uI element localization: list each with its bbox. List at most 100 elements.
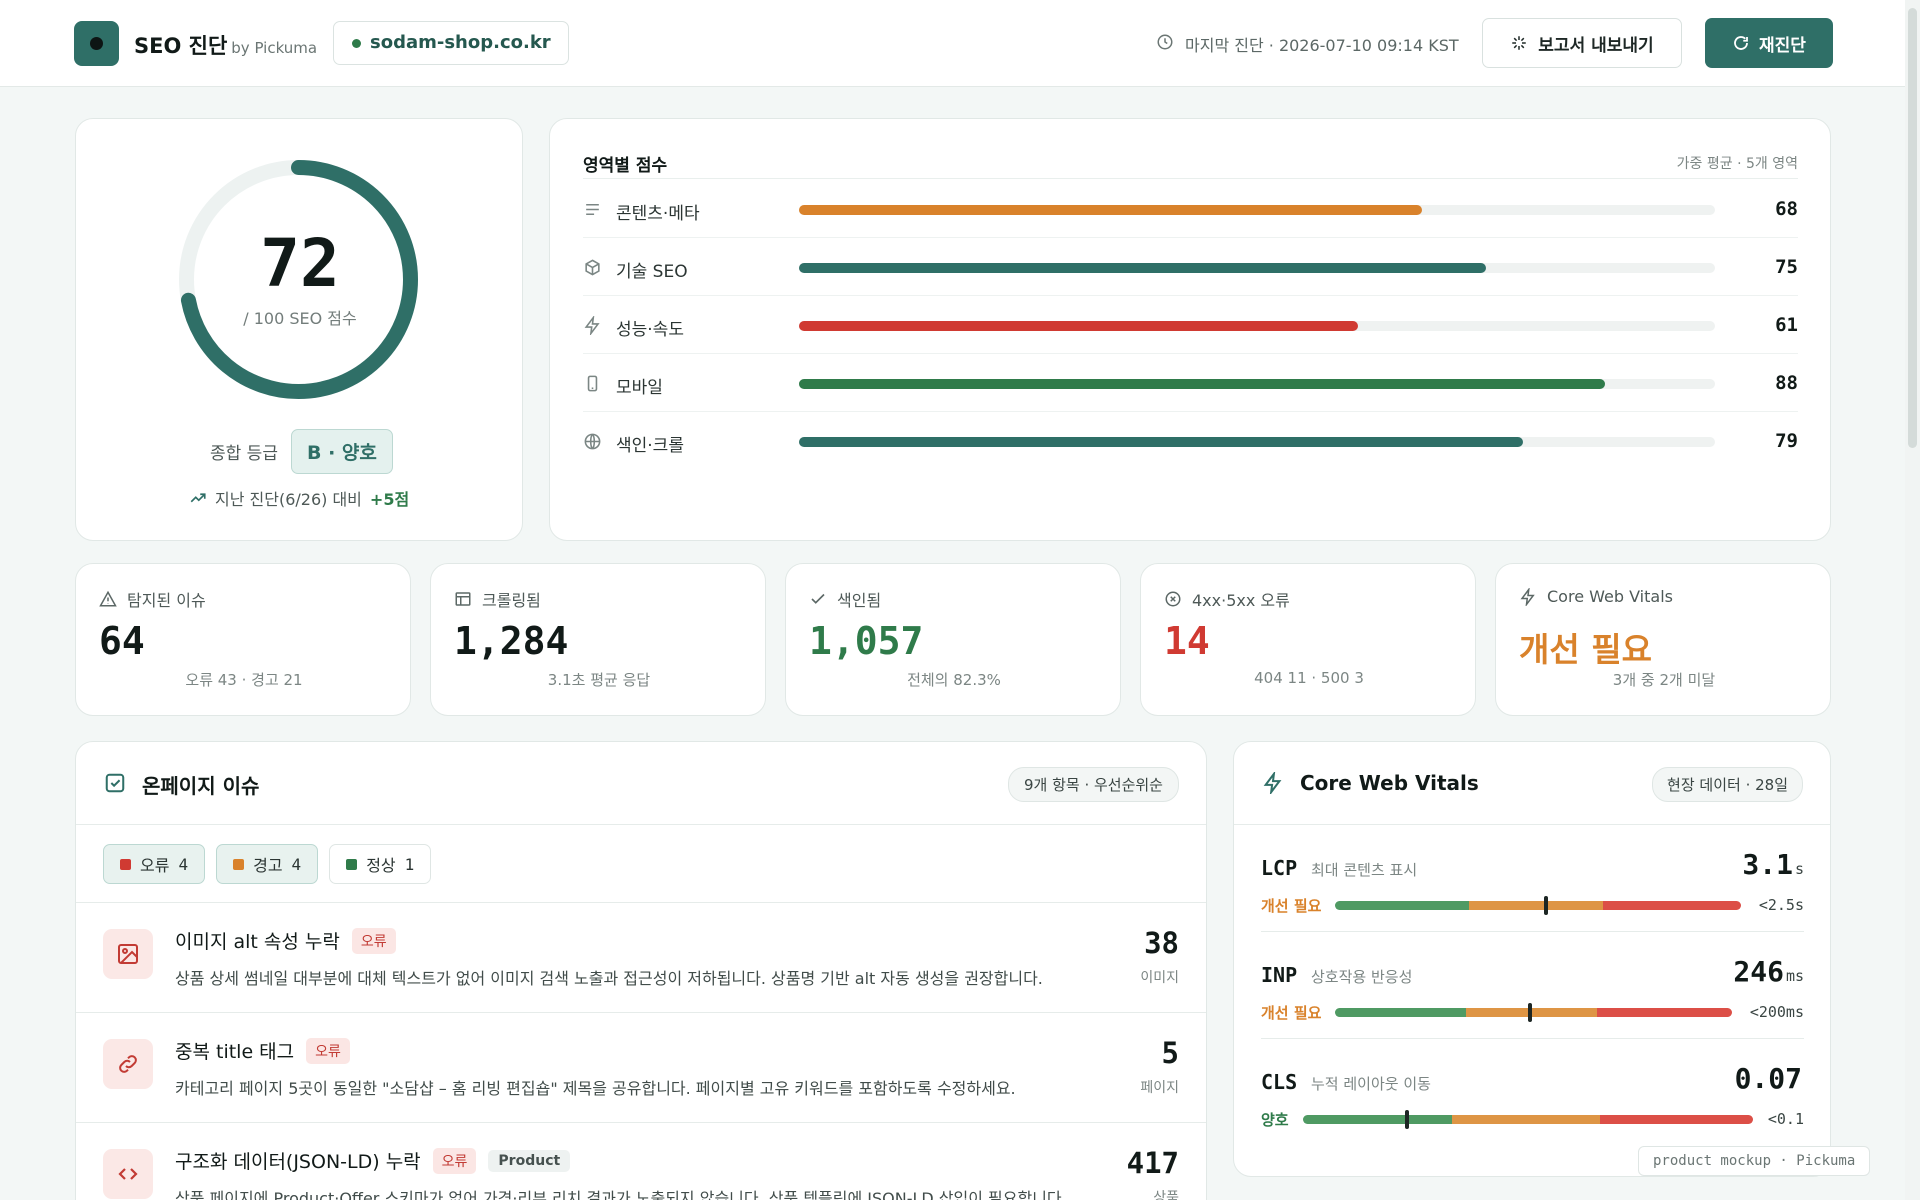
issues-title: 온페이지 이슈 (142, 774, 260, 798)
grade-row: 종합 등급 B · 양호 (210, 429, 393, 474)
area-bar-fill (799, 321, 1358, 331)
metric-value: 0.07 (1734, 1062, 1802, 1095)
issue-title: 중복 title 태그 (175, 1041, 295, 1063)
rescan-button[interactable]: 재진단 (1705, 18, 1833, 68)
issue-title-row: 이미지 alt 속성 누락 오류 (175, 927, 396, 954)
check-icon (811, 593, 825, 604)
warning-icon (99, 590, 117, 607)
area-bar-fill (799, 437, 1523, 447)
area-score: 61 (1775, 314, 1798, 336)
clock-icon (1157, 34, 1173, 50)
stat-sub: 3.1초 평균 응답 (547, 671, 651, 689)
error-square-icon (120, 858, 131, 870)
metric-value-row: 0.07 (1735, 1062, 1804, 1095)
issue-severity-tag: 오류 (432, 1147, 477, 1174)
onpage-issues-panel: 온페이지 이슈 9개 항목 · 우선순위순 오류 4 경고 4 정상 1 이미지… (75, 741, 1207, 1200)
stat-sub: 전체의 82.3% (907, 671, 1001, 689)
issue-filters: 오류 4 경고 4 정상 1 (103, 844, 432, 884)
page-scrollbar[interactable] (1905, 0, 1920, 1200)
metric-name: INP (1261, 963, 1298, 987)
bolt-icon (1520, 587, 1535, 606)
metric-target: <200ms (1749, 1003, 1804, 1021)
issue-row[interactable]: 구조화 데이터(JSON-LD) 누락 오류 Product 상품 페이지에 P… (76, 1122, 1206, 1200)
metric-name: CLS (1261, 1070, 1298, 1094)
seo-score-value: 72 (260, 225, 340, 302)
area-bar-track (799, 379, 1715, 389)
issue-title: 구조화 데이터(JSON-LD) 누락 (175, 1151, 421, 1173)
area-bar-fill (799, 379, 1606, 389)
issues-meta: 9개 항목 · 우선순위순 (1007, 767, 1179, 802)
issue-icon-box (103, 929, 153, 979)
cwv-header: Core Web Vitals 현장 데이터 · 28일 (1234, 742, 1830, 825)
stat-card-cwv: Core Web Vitals 개선 필요 3개 중 2개 미달 (1495, 563, 1831, 716)
area-bar-track (799, 437, 1715, 447)
filter-label: 정상 (366, 856, 396, 875)
metric-value-row: 246 ms (1733, 955, 1804, 988)
metric-range-bar (1335, 901, 1741, 910)
metric-marker (1404, 1110, 1409, 1129)
issue-row[interactable]: 중복 title 태그 오류 카테고리 페이지 5곳이 동일한 "소담샵 – 홈… (76, 1012, 1206, 1122)
issue-unit: 상품 (1153, 1190, 1179, 1200)
stat-label-row: 크롤링됨 (454, 587, 541, 611)
lines-icon (586, 203, 599, 216)
trend-delta: +5점 (369, 490, 410, 509)
domain-selector[interactable]: sodam-shop.co.kr (333, 21, 569, 65)
top-bar: SEO 진단 by Pickuma sodam-shop.co.kr 마지막 진단… (0, 0, 1905, 87)
sparkle-icon (1512, 36, 1527, 50)
metric-value-row: 3.1 s (1742, 848, 1804, 881)
filter-ok[interactable]: 정상 1 (329, 844, 432, 884)
area-label: 색인·크롤 (616, 436, 684, 456)
area-label: 기술 SEO (616, 262, 688, 282)
stat-label: 4xx·5xx 오류 (1192, 591, 1290, 610)
area-scores-header: 영역별 점수 가중 평균 · 5개 영역 (583, 151, 1798, 179)
filter-warning[interactable]: 경고 4 (216, 844, 319, 884)
stat-value: 1,057 (809, 619, 924, 663)
stat-card-errors: 4xx·5xx 오류 14 404 11 · 500 3 (1140, 563, 1476, 716)
issue-list: 이미지 alt 속성 누락 오류 상품 상세 썸네일 대부분에 대체 텍스트가 … (76, 902, 1206, 1200)
table-icon (455, 592, 471, 606)
domain-label: sodam-shop.co.kr (370, 32, 551, 53)
issue-count: 38 (1144, 926, 1179, 960)
metric-target: <2.5s (1758, 896, 1804, 914)
metric-unit: ms (1785, 967, 1804, 985)
filter-count: 1 (404, 854, 415, 874)
image-icon (118, 944, 138, 964)
area-bar-track (799, 321, 1715, 331)
score-trend: 지난 진단(6/26) 대비 +5점 (189, 486, 409, 510)
stat-label-row: 4xx·5xx 오류 (1164, 587, 1290, 611)
checklist-icon (105, 773, 125, 793)
stat-label: Core Web Vitals (1547, 587, 1673, 606)
metric-desc: 상호작용 반응성 (1311, 968, 1413, 986)
metric-desc: 누적 레이아웃 이동 (1311, 1075, 1431, 1093)
metric-target: <0.1 (1767, 1110, 1804, 1128)
link-icon (119, 1055, 137, 1073)
area-label: 성능·속도 (616, 320, 684, 340)
metric-cls: CLS 누적 레이아웃 이동 0.07 양호 <0.1 (1261, 1039, 1804, 1146)
area-score: 75 (1775, 256, 1798, 278)
bolt-icon (1263, 772, 1282, 794)
filter-error[interactable]: 오류 4 (103, 844, 206, 884)
export-report-button[interactable]: 보고서 내보내기 (1482, 18, 1682, 68)
metric-inp: INP 상호작용 반응성 246 ms 개선 필요 <200ms (1261, 932, 1804, 1039)
trend-up-icon (190, 493, 206, 503)
stat-label-row: 색인됨 (809, 587, 881, 611)
watermark-label: product mockup · Pickuma (1638, 1146, 1871, 1176)
area-bar-track (799, 263, 1715, 273)
area-row-mobile: 모바일 88 (583, 354, 1798, 412)
stat-label: 탐지된 이슈 (127, 591, 206, 610)
issue-description: 상품 페이지에 Product·Offer 스키마가 없어 가격·리뷰 리치 결… (175, 1189, 1067, 1200)
scrollbar-thumb[interactable] (1908, 8, 1917, 448)
metric-lcp: LCP 최대 콘텐츠 표시 3.1 s 개선 필요 <2.5s (1261, 825, 1804, 932)
metric-unit: s (1794, 860, 1804, 878)
last-check-text: 마지막 진단 · 2026-07-10 09:14 KST (1185, 36, 1459, 55)
issue-unit: 페이지 (1140, 1080, 1179, 1096)
area-bar-fill (799, 205, 1422, 215)
issue-type-tag: Product (488, 1149, 571, 1172)
issue-row[interactable]: 이미지 alt 속성 누락 오류 상품 상세 썸네일 대부분에 대체 텍스트가 … (76, 902, 1206, 1012)
cwv-meta: 현장 데이터 · 28일 (1652, 767, 1803, 802)
area-label: 모바일 (616, 378, 663, 398)
area-row-indexing: 색인·크롤 79 (583, 412, 1798, 470)
ok-square-icon (346, 858, 358, 870)
issue-count: 5 (1161, 1036, 1179, 1070)
filter-count: 4 (291, 854, 302, 874)
